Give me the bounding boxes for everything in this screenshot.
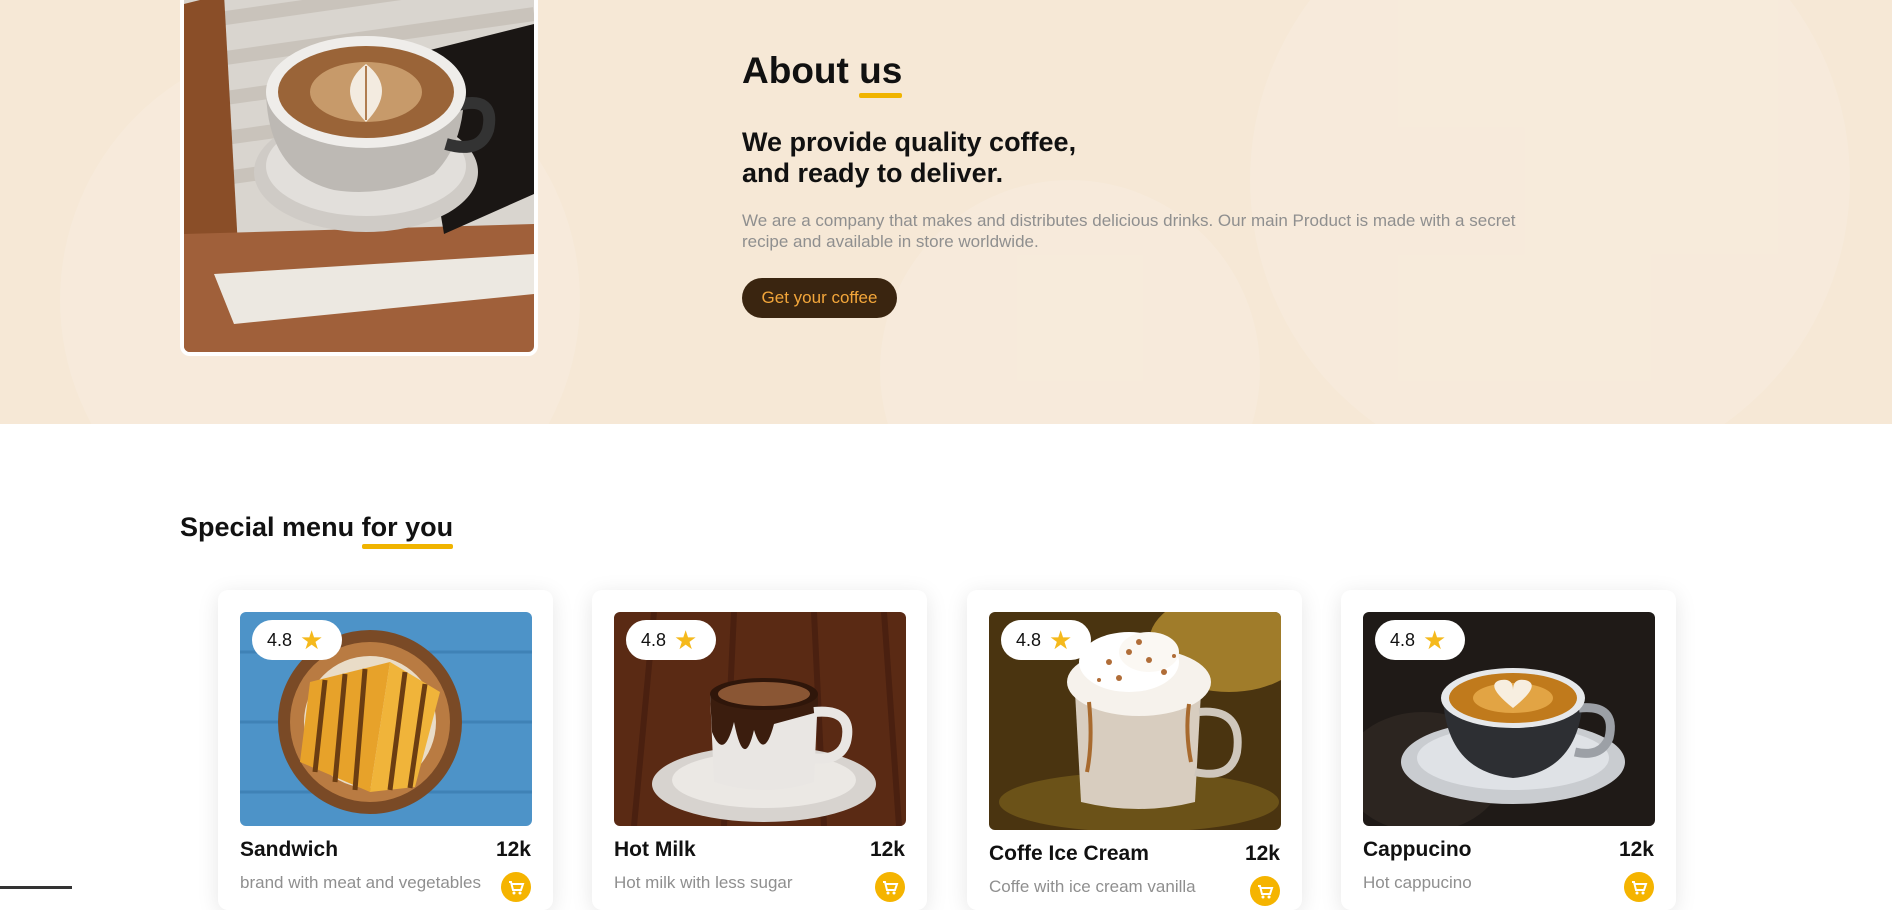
rating-value: 4.8 [1390, 629, 1416, 650]
special-menu-title: Special menu for you [180, 512, 454, 549]
about-title-text: About [742, 50, 849, 91]
star-icon: ★ [300, 625, 324, 655]
add-to-cart-button[interactable] [875, 872, 905, 902]
rating-value: 4.8 [641, 629, 667, 650]
star-icon: ★ [1049, 625, 1073, 655]
menu-item-name: Sandwich [240, 838, 339, 861]
menu-card[interactable]: 4.8 ★ Coffe Ice Cream 12k Coffe with ice… [967, 590, 1302, 910]
menu-item-description: brand with meat and vegetables [240, 873, 481, 892]
rating-badge: 4.8 ★ [1375, 620, 1465, 660]
star-icon: ★ [1423, 625, 1447, 655]
about-subtitle-line1: We provide quality coffee, [742, 127, 1077, 157]
menu-card[interactable]: 4.8 ★ Hot Milk 12k Hot milk with less su… [592, 590, 927, 910]
about-subtitle: We provide quality coffee, and ready to … [742, 127, 1076, 189]
rating-value: 4.8 [267, 629, 293, 650]
menu-item-price: 12k [869, 838, 905, 861]
menu-item-description: Hot milk with less sugar [614, 873, 793, 892]
cart-icon [883, 881, 899, 895]
cart-icon [509, 881, 525, 895]
rating-badge: 4.8 ★ [252, 620, 342, 660]
menu-card[interactable]: 4.8 ★ Sandwich 12k brand with meat and v… [218, 590, 553, 910]
about-title: About us [742, 50, 903, 98]
about-title-accent: us [859, 50, 903, 98]
special-menu-title-accent: for you [361, 512, 454, 549]
add-to-cart-button[interactable] [501, 872, 531, 902]
about-coffee-image [180, 0, 538, 356]
star-icon: ★ [674, 625, 698, 655]
add-to-cart-button[interactable] [1624, 872, 1654, 902]
menu-item-name: Coffe Ice Cream [989, 842, 1149, 865]
menu-card[interactable]: 4.8 ★ Cappucino 12k Hot cappucino [1341, 590, 1676, 910]
rating-badge: 4.8 ★ [626, 620, 716, 660]
menu-item-description: Coffe with ice cream vanilla [989, 877, 1196, 896]
get-your-coffee-button[interactable]: Get your coffee [742, 278, 897, 318]
cart-icon [1632, 881, 1648, 895]
menu-item-price: 12k [1244, 842, 1280, 865]
menu-item-name: Hot Milk [614, 838, 696, 861]
menu-item-description: Hot cappucino [1363, 873, 1472, 892]
menu-item-price: 12k [495, 838, 531, 861]
rating-badge: 4.8 ★ [1001, 620, 1091, 660]
special-menu-title-text: Special menu [180, 512, 355, 542]
about-description: We are a company that makes and distribu… [742, 211, 1516, 251]
menu-item-price: 12k [1618, 838, 1654, 861]
menu-item-name: Cappucino [1363, 838, 1472, 861]
add-to-cart-button[interactable] [1250, 876, 1280, 906]
cart-icon [1258, 885, 1274, 899]
about-subtitle-line2: and ready to deliver. [742, 158, 1004, 188]
rating-value: 4.8 [1016, 629, 1042, 650]
about-section: About us We provide quality coffee, and … [0, 0, 1892, 424]
